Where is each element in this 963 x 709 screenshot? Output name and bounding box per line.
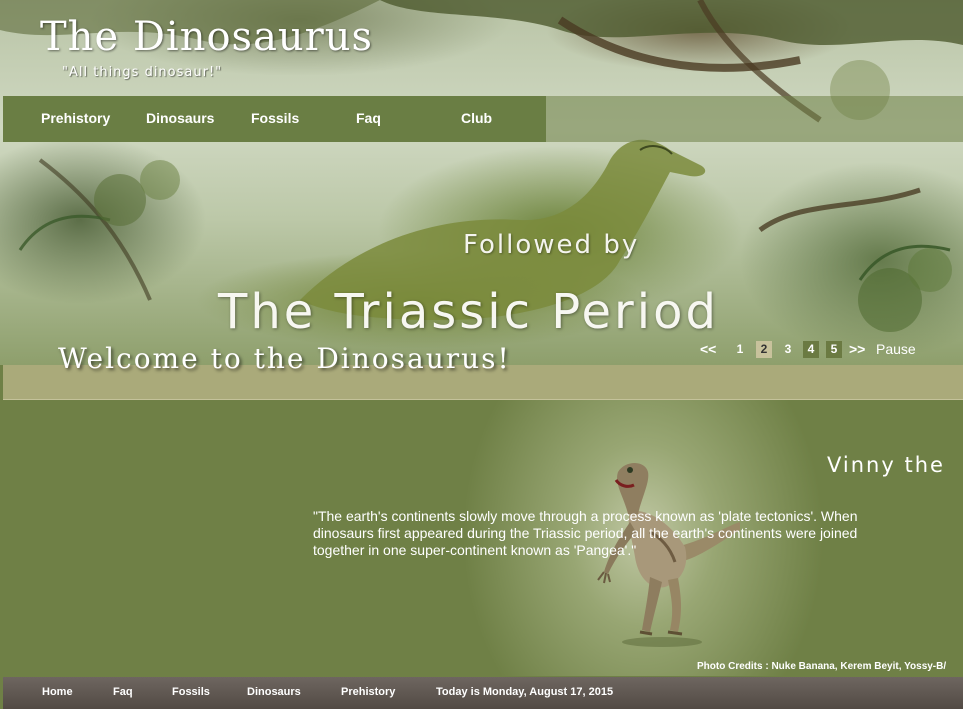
pager-prev-button[interactable]: << [700, 341, 716, 357]
pager-page-5[interactable]: 5 [826, 341, 842, 358]
nav-item-fossils[interactable]: Fossils [251, 110, 299, 126]
nav-item-prehistory[interactable]: Prehistory [41, 110, 110, 126]
pager-page-3[interactable]: 3 [780, 341, 796, 358]
site-title[interactable]: The Dinosaurus [40, 14, 373, 60]
footer-nav: Home Faq Fossils Dinosaurs Prehistory To… [3, 677, 963, 709]
nav-item-club[interactable]: Club [461, 110, 492, 126]
nav-strip-background [546, 96, 963, 142]
pager-next-button[interactable]: >> [849, 341, 865, 357]
pager-page-4[interactable]: 4 [803, 341, 819, 358]
footer-link-home[interactable]: Home [42, 686, 73, 698]
dinosaur-quote: "The earth's continents slowly move thro… [313, 508, 858, 558]
footer-link-faq[interactable]: Faq [113, 686, 133, 698]
footer-link-fossils[interactable]: Fossils [172, 686, 210, 698]
nav-item-dinosaurs[interactable]: Dinosaurs [146, 110, 214, 126]
feature-title: Vinny the [827, 453, 945, 477]
pager-page-1[interactable]: 1 [732, 341, 748, 358]
slide-subtitle: Followed by [463, 230, 640, 260]
main-nav: Prehistory Dinosaurs Fossils Faq Club [3, 96, 546, 142]
welcome-heading: Welcome to the Dinosaurus! [58, 342, 511, 375]
footer-date: Today is Monday, August 17, 2015 [436, 686, 614, 698]
nav-item-faq[interactable]: Faq [356, 110, 381, 126]
footer-link-dinosaurs[interactable]: Dinosaurs [247, 686, 301, 698]
pager-pause-button[interactable]: Pause [876, 341, 916, 357]
pager-page-2[interactable]: 2 [756, 341, 772, 358]
footer-link-prehistory[interactable]: Prehistory [341, 686, 395, 698]
slide-title: The Triassic Period [218, 284, 719, 340]
site-tagline: "All things dinosaur!" [62, 65, 223, 80]
photo-credits: Photo Credits : Nuke Banana, Kerem Beyit… [697, 661, 947, 672]
